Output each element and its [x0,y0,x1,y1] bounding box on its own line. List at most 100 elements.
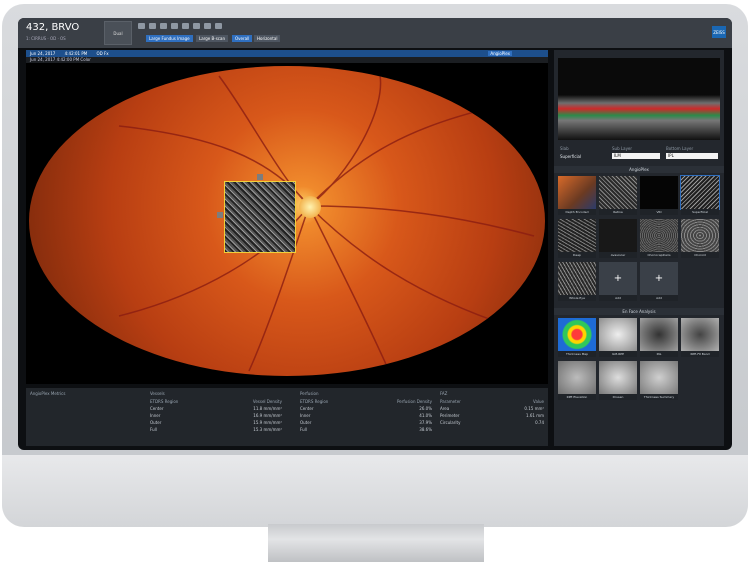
tool-icon[interactable] [171,23,178,29]
tool-icon[interactable] [149,23,156,29]
tool-icon[interactable] [215,23,222,29]
add-slab-button[interactable]: + Add [599,262,637,302]
handle-icon[interactable] [257,174,263,180]
field-value: Superficial [560,154,582,159]
thumb-whole-eye[interactable]: Whole Eye [558,262,596,302]
analysis-section-header: En Face Analysis [554,308,724,315]
monitor-stand [268,524,484,562]
plus-icon: + [599,262,637,295]
sub-layer-field[interactable]: ILM [612,153,660,159]
table-cell: Outer [150,420,162,425]
thumb-caption: Superficial [681,209,719,215]
table-cell: Inner [300,413,311,418]
oct-bscan-image[interactable] [558,58,720,140]
tab-overall[interactable]: Overall [232,35,253,42]
viewer-eye: OD Fx [96,51,109,56]
thumb-thickness-summary[interactable]: Thickness Summary [640,361,678,401]
bottom-layer-field[interactable]: IPL [666,153,718,159]
viewer-time: 4:42:01 PM [64,51,88,56]
thumb-retina[interactable]: Retina [599,176,637,216]
tool-icon[interactable] [160,23,167,29]
metrics-panel: AngioPlex Metrics Vessels ETDRS Region Ve… [26,388,548,446]
fundus-image[interactable] [29,66,545,376]
faz-title: FAZ [440,391,448,396]
table-cell: Inner [150,413,161,418]
thumb-caption: Drusen [599,394,637,400]
vessels-header-density: Vessel Density [252,399,282,404]
tab-horizontal[interactable]: Horizontal [254,35,281,42]
table-cell: Perimeter [440,413,460,418]
vessels-title: Vessels [150,391,165,396]
table-cell: Area [440,406,450,411]
thumb-caption: Add [640,295,678,301]
thumb-avascular[interactable]: Avascular [599,219,637,259]
table-cell: 38.6% [419,427,432,432]
vessels-header-region: ETDRS Region [150,399,179,404]
field-label: Bottom Layer [666,146,694,151]
thumb-caption: Depth Encoded [558,209,596,215]
thumb-ilm-rpe[interactable]: ILM-RPE [599,318,637,358]
tool-icon[interactable] [182,23,189,29]
fundus-viewer[interactable]: Jun 24, 2017 4:42:01 PM OD Fx AngioPlex … [26,50,548,384]
thumb-caption: Retina [599,209,637,215]
table-cell: Outer [300,420,312,425]
viewer-header: Jun 24, 2017 4:42:01 PM OD Fx AngioPlex [26,50,548,57]
dual-button[interactable]: Dual [104,21,132,45]
thumb-caption: Choriocapillaris [640,252,678,258]
monitor-chin [2,455,748,527]
handle-icon[interactable] [217,212,223,218]
thumb-rpe-fit[interactable]: RPE-Fit Band [681,318,719,358]
right-panel: Slab Sub Layer Bottom Layer Superficial … [554,50,724,446]
tool-icon[interactable] [193,23,200,29]
thumb-choroid[interactable]: Choroid [681,219,719,259]
thumb-deep[interactable]: Deep [558,219,596,259]
metrics-col-vessels: Vessels ETDRS Region Vessel Density Cente… [146,388,286,446]
table-cell: 16.9 mm/mm² [253,413,282,418]
angioplex-tab[interactable]: AngioPlex [488,51,512,56]
thumb-vri[interactable]: VRI [640,176,678,216]
thumb-caption: RPE Elevation [558,394,596,400]
table-cell: 15.3 mm/mm² [253,427,282,432]
thumb-caption: VRI [640,209,678,215]
thumb-drusen[interactable]: Drusen [599,361,637,401]
table-cell: Full [150,427,157,432]
thumb-caption: ILM-RPE [599,351,637,357]
table-cell: 37.9% [419,420,432,425]
top-toolbar: 432, BRVO 1: CIRRUS · OD · OS Dual Large… [18,18,732,48]
add-slab-button[interactable]: + Add [640,262,678,302]
perfusion-header-region: ETDRS Region [300,399,329,404]
zeiss-logo: ZEISS [712,26,726,38]
metrics-title: AngioPlex Metrics [30,391,66,396]
perfusion-title: Perfusion [300,391,319,396]
thumb-caption: Thickness Map [558,351,596,357]
table-cell: 11.8 mm/mm² [253,406,282,411]
thumb-rpe-elevation[interactable]: RPE Elevation [558,361,596,401]
table-cell: 0.15 mm² [524,406,544,411]
thumb-caption: Avascular [599,252,637,258]
table-cell: 1.61 mm [526,413,544,418]
thumb-caption: INL [640,351,678,357]
metrics-col-perfusion: Perfusion ETDRS Region Perfusion Density … [296,388,436,446]
tool-icon[interactable] [204,23,211,29]
tab-large-bscan[interactable]: Large B-scan [196,35,228,42]
thumb-choriocapillaris[interactable]: Choriocapillaris [640,219,678,259]
octa-overlay[interactable] [217,174,296,253]
metrics-col-title: AngioPlex Metrics [26,388,146,446]
patient-subtitle: 1: CIRRUS · OD · OS [26,36,66,41]
table-cell: 26.0% [419,406,432,411]
thumb-caption: Choroid [681,252,719,258]
thumb-caption: Add [599,295,637,301]
tab-large-fundus[interactable]: Large Fundus Image [146,35,193,42]
angioplex-section-header: AngioPlex [554,166,724,173]
field-label: Sub Layer [612,146,633,151]
thumb-depth-encoded[interactable]: Depth Encoded [558,176,596,216]
thumb-inl[interactable]: INL [640,318,678,358]
thumb-thickness-map[interactable]: Thickness Map [558,318,596,358]
table-cell: Full [300,427,307,432]
tool-icon[interactable] [138,23,145,29]
faz-header-parameter: Parameter [440,399,461,404]
table-cell: 41.0% [419,413,432,418]
thumb-caption: Whole Eye [558,295,596,301]
thumb-superficial[interactable]: Superficial [680,175,720,216]
thumb-caption: Thickness Summary [640,394,678,400]
